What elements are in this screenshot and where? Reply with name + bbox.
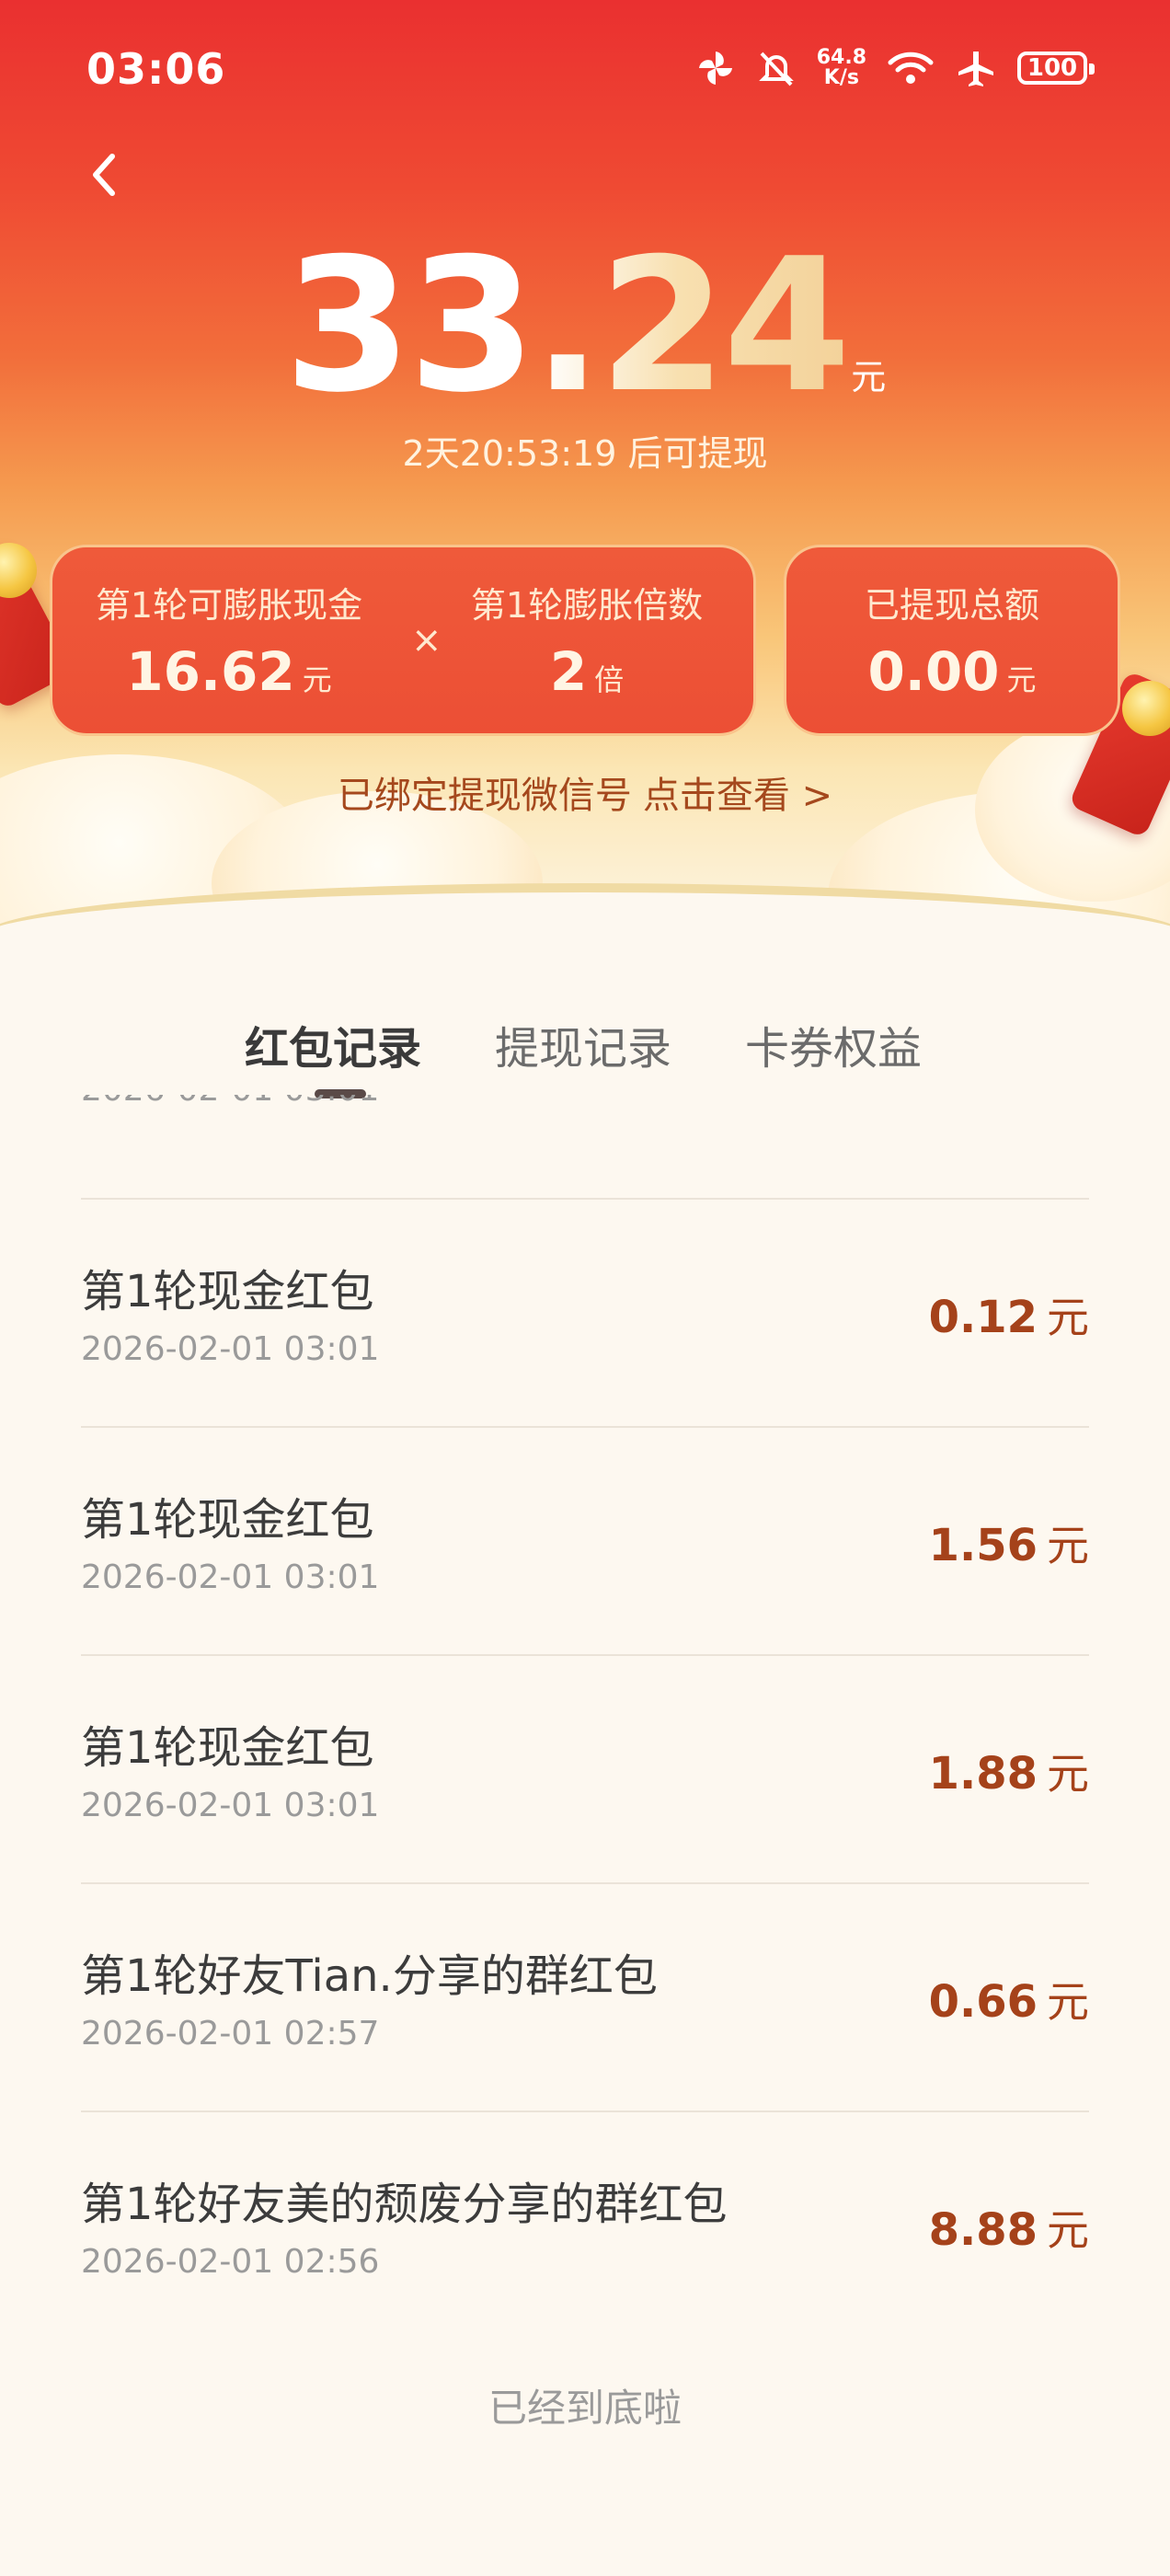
withdrawn-stat: 已提现总额 0.00 元 xyxy=(786,577,1118,703)
record-amount: 1.88 元 xyxy=(929,1741,1089,1801)
list-item[interactable]: 第1轮好友Tian.分享的群红包 2026-02-01 02:57 0.66 元 xyxy=(81,1882,1089,2110)
status-time: 03:06 xyxy=(86,44,226,94)
withdrawn-total-card: 已提现总额 0.00 元 xyxy=(784,545,1120,736)
network-speed-unit: K/s xyxy=(823,66,859,89)
end-of-list-note: 已经到底啦 xyxy=(488,2386,682,2431)
airplane-icon xyxy=(955,48,997,88)
multiplier-label: 第1轮膨胀倍数 xyxy=(470,585,704,626)
tab-coupon-benefits[interactable]: 卡券权益 xyxy=(745,1012,922,1076)
withdraw-countdown: 2天20:53:19 后可提现 xyxy=(402,433,768,474)
inflatable-cash-unit: 元 xyxy=(302,662,332,697)
list-item[interactable]: 第1轮现金红包 2026-02-01 03:01 1.88 元 xyxy=(81,1654,1089,1882)
list-item[interactable]: 第1轮现金红包 2026-02-01 03:01 0.12 元 xyxy=(81,1198,1089,1426)
record-title: 第1轮现金红包 xyxy=(81,1722,374,1774)
record-date: 2026-02-01 03:01 xyxy=(81,1558,380,1596)
record-amount-unit: 元 xyxy=(1047,1749,1089,1799)
record-list[interactable]: 2026-02-01 03:01 第1轮现金红包 2026-02-01 03:0… xyxy=(81,1095,1089,2328)
balance-display: 33.24 元 xyxy=(0,235,1170,419)
record-title: 第1轮好友美的颓废分享的群红包 xyxy=(81,2179,728,2230)
round-stats-card: 第1轮可膨胀现金 16.62 元 × 第1轮膨胀倍数 2倍 xyxy=(50,545,756,736)
record-amount-unit: 元 xyxy=(1047,1521,1089,1570)
withdrawn-value-row: 0.00 元 xyxy=(786,640,1118,703)
tab-red-packet-records[interactable]: 红包记录 xyxy=(245,1012,421,1076)
chevron-left-icon xyxy=(81,154,127,206)
record-amount-value: 1.56 xyxy=(928,1520,1038,1571)
view-bound-account-link[interactable]: 点击查看 > xyxy=(643,775,832,817)
multiplier-stat: 第1轮膨胀倍数 2倍 xyxy=(420,577,753,703)
record-amount-unit: 元 xyxy=(1047,2205,1089,2255)
list-item[interactable]: 第1轮好友美的颓废分享的群红包 2026-02-01 02:56 8.88 元 xyxy=(81,2110,1089,2328)
record-title: 第1轮现金红包 xyxy=(81,1494,374,1546)
network-speed: 64.8 K/s xyxy=(817,48,866,88)
inflatable-cash-stat: 第1轮可膨胀现金 16.62 元 xyxy=(52,577,406,703)
withdrawn-unit: 元 xyxy=(1006,662,1037,697)
record-date: 2026-02-01 02:56 xyxy=(81,2243,380,2281)
record-amount-unit: 元 xyxy=(1047,1293,1089,1342)
withdrawn-value: 0.00 xyxy=(867,640,1000,703)
inflatable-cash-value-row: 16.62 元 xyxy=(52,640,406,703)
record-title: 第1轮现金红包 xyxy=(81,1266,374,1317)
record-date: 2026-02-01 03:01 xyxy=(81,1330,380,1368)
record-amount-value: 8.88 xyxy=(928,2204,1038,2256)
status-bar: 03:06 64.8 K/s 100 xyxy=(0,0,1170,147)
withdrawn-label: 已提现总额 xyxy=(864,585,1039,626)
multiplier-value: 2 xyxy=(549,640,588,703)
pinwheel-icon xyxy=(695,48,736,88)
bound-wechat-row: 已绑定提现微信号 点击查看 > xyxy=(0,765,1170,819)
back-button[interactable] xyxy=(81,147,127,202)
record-amount: 1.56 元 xyxy=(929,1512,1089,1573)
status-icons: 64.8 K/s 100 xyxy=(695,48,1095,88)
record-amount: 8.88 元 xyxy=(929,2197,1089,2258)
balance-unit: 元 xyxy=(851,357,887,397)
list-item[interactable]: 第1轮现金红包 2026-02-01 03:01 1.56 元 xyxy=(81,1426,1089,1654)
record-date: 2026-02-01 03:01 xyxy=(81,1787,380,1824)
inflatable-cash-label: 第1轮可膨胀现金 xyxy=(95,585,363,626)
mute-bell-icon xyxy=(756,48,797,88)
record-amount-unit: 元 xyxy=(1047,1977,1089,2027)
record-date: 2026-02-01 02:57 xyxy=(81,2015,380,2053)
network-speed-value: 64.8 xyxy=(816,46,866,69)
record-amount-value: 0.12 xyxy=(928,1292,1038,1343)
record-amount: 0.66 元 xyxy=(929,1969,1089,2030)
list-item-date-partial: 2026-02-01 03:01 xyxy=(81,1095,379,1109)
battery-indicator: 100 xyxy=(1017,52,1095,85)
multiplier-value-row: 2倍 xyxy=(420,640,753,703)
record-amount: 0.12 元 xyxy=(929,1284,1089,1345)
balance-amount: 33.24 xyxy=(283,219,852,433)
record-title: 第1轮好友Tian.分享的群红包 xyxy=(81,1950,658,2002)
wifi-icon xyxy=(887,48,935,88)
tab-withdraw-records[interactable]: 提现记录 xyxy=(495,1012,671,1076)
coin-decoration xyxy=(1122,681,1170,736)
record-amount-value: 0.66 xyxy=(928,1976,1038,2028)
multiplier-unit: 倍 xyxy=(594,662,625,697)
inflatable-cash-value: 16.62 xyxy=(126,640,295,703)
bound-wechat-text: 已绑定提现微信号 xyxy=(337,775,632,817)
record-amount-value: 1.88 xyxy=(928,1748,1038,1800)
